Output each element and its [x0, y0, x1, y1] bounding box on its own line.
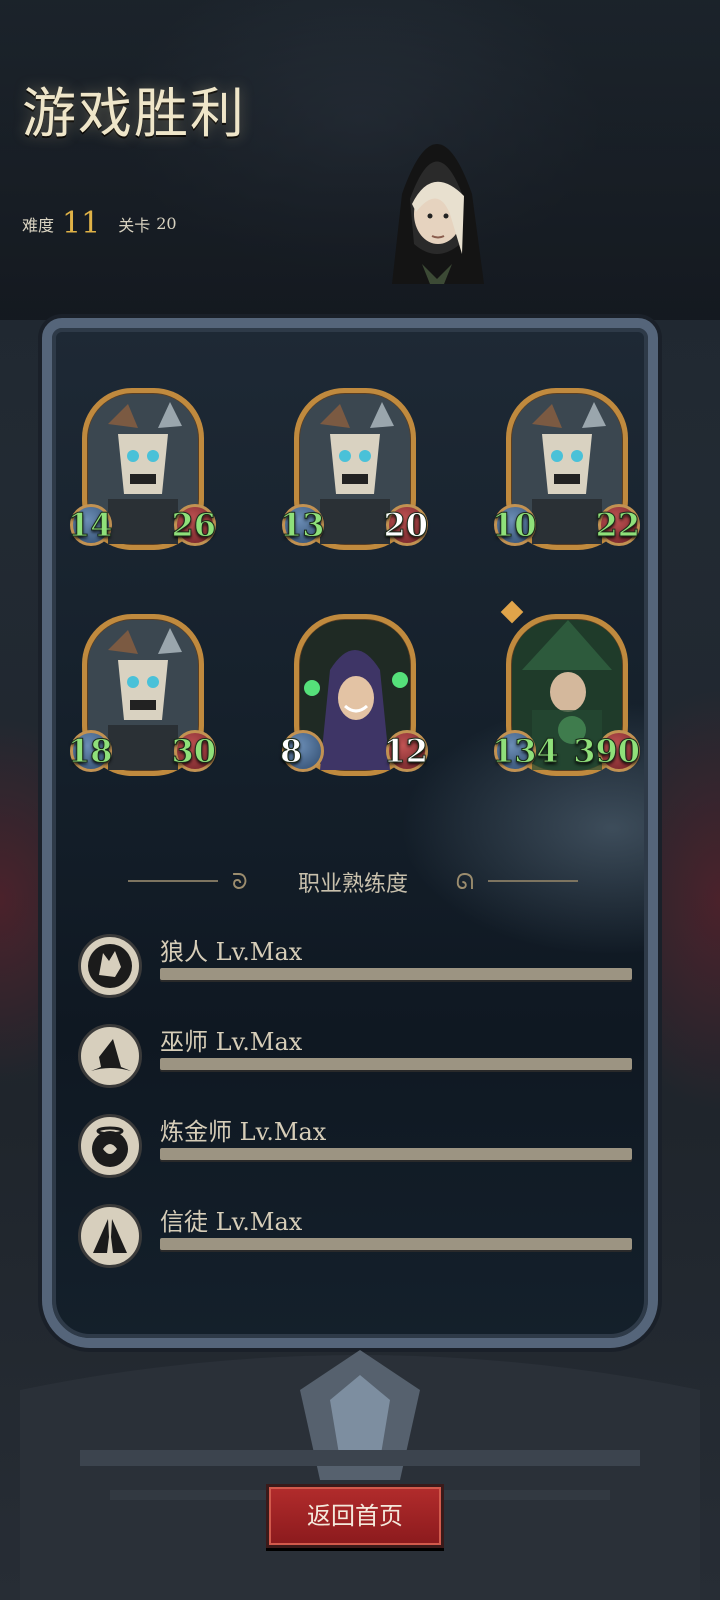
swirl-ornament-icon: ᘏ: [455, 870, 474, 895]
cauldron-icon: [78, 1114, 142, 1178]
stage-label: 关卡: [118, 215, 151, 235]
attack-value: 10: [492, 506, 538, 545]
mastery-progress-bar: [160, 1238, 632, 1250]
unit-card[interactable]: 18 30: [68, 610, 216, 780]
attack-value: 14: [68, 506, 114, 545]
health-value: 390: [573, 732, 641, 771]
unit-card[interactable]: 14 26: [68, 384, 216, 554]
hooded-girl-portrait: [392, 144, 484, 284]
attack-value: 18: [68, 732, 114, 771]
mastery-header: ᘐ 职业熟练度 ᘏ: [128, 862, 578, 898]
health-value: 12: [383, 732, 429, 771]
class-name: 炼金师 Lv.Max: [160, 1118, 327, 1146]
attack-value: 13: [280, 506, 326, 545]
return-home-button[interactable]: 返回首页: [266, 1484, 444, 1548]
health-value: 30: [171, 732, 217, 771]
unit-card[interactable]: 10 22: [492, 384, 640, 554]
attack-value: 8: [279, 732, 303, 771]
victory-title: 游戏胜利: [22, 82, 246, 145]
health-value: 20: [383, 506, 429, 545]
unit-card[interactable]: 8 12: [279, 610, 428, 780]
run-info: 难度 11 关卡 20: [22, 206, 177, 241]
wizard-hat-icon: [78, 1024, 142, 1088]
mastery-row-alchemist: 炼金师 Lv.Max: [78, 1114, 638, 1184]
mastery-row-believer: 信徒 Lv.Max: [78, 1204, 638, 1274]
mastery-title: 职业熟练度: [297, 872, 408, 897]
health-value: 22: [595, 506, 641, 545]
difficulty-label: 难度: [22, 215, 55, 235]
unit-card[interactable]: 13 20: [280, 384, 428, 554]
health-value: 26: [171, 506, 217, 545]
mastery-row-wizard: 巫师 Lv.Max: [78, 1024, 638, 1094]
class-name: 巫师 Lv.Max: [160, 1028, 303, 1056]
unit-card[interactable]: 134 390: [492, 600, 640, 780]
divider-line-right: [488, 880, 578, 882]
mastery-progress-bar: [160, 1058, 632, 1070]
praying-hands-icon: [78, 1204, 142, 1268]
stone-gate-ornament: [20, 1350, 700, 1600]
class-name: 信徒 Lv.Max: [160, 1208, 303, 1236]
class-name: 狼人 Lv.Max: [160, 938, 303, 966]
mastery-progress-bar: [160, 968, 632, 980]
header-band: [0, 0, 720, 320]
mastery-progress-bar: [160, 1148, 632, 1160]
mastery-row-werewolf: 狼人 Lv.Max: [78, 934, 638, 1004]
stage-value: 20: [156, 214, 177, 233]
wolf-icon: [78, 934, 142, 998]
attack-value: 134: [492, 732, 560, 771]
difficulty-value: 11: [62, 206, 101, 241]
